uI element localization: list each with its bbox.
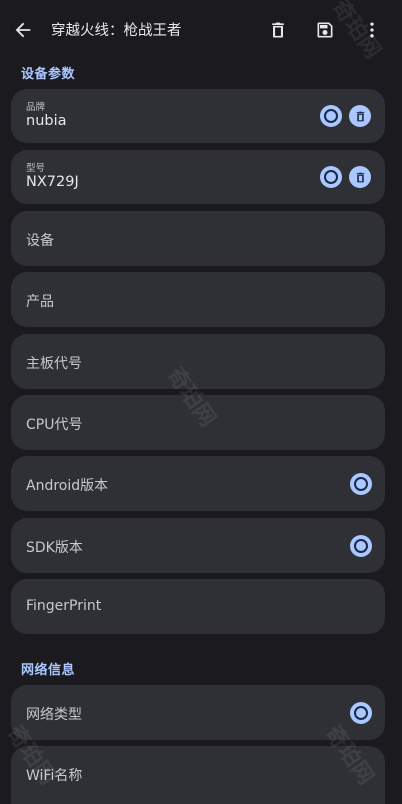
trash-icon [356,111,364,121]
android-version-radio[interactable] [350,473,372,495]
model-clear-button[interactable] [349,166,371,188]
brand-field[interactable]: 品牌 nubia [11,89,385,143]
device-label: 设备 [26,233,54,249]
android-version-label: Android版本 [26,478,109,494]
delete-button[interactable] [261,13,295,47]
sdk-version-field[interactable]: SDK版本 [11,518,385,573]
device-field[interactable]: 设备 [11,211,385,266]
arrow-left-icon [15,22,31,38]
model-value: NX729J [26,174,79,190]
board-label: 主板代号 [26,356,82,372]
sdk-version-label: SDK版本 [26,540,83,556]
fingerprint-field[interactable]: FingerPrint [11,579,385,634]
section-header-network: 网络信息 [21,663,76,678]
page-title: 穿越火线：枪战王者 [51,23,182,39]
sdk-version-radio[interactable] [350,535,372,557]
brand-radio[interactable] [320,105,342,127]
android-version-field[interactable]: Android版本 [11,456,385,511]
brand-clear-button[interactable] [349,105,371,127]
save-icon [317,22,333,38]
model-label: 型号 [26,163,46,174]
brand-value: nubia [26,113,67,129]
fingerprint-label: FingerPrint [26,598,102,614]
wifi-name-field[interactable]: WiFi名称 [11,746,385,804]
network-type-radio[interactable] [350,702,372,724]
product-label: 产品 [26,294,54,310]
product-field[interactable]: 产品 [11,272,385,327]
model-radio[interactable] [320,166,342,188]
section-header-device: 设备参数 [21,67,76,82]
model-field[interactable]: 型号 NX729J [11,150,385,204]
back-button[interactable] [6,13,40,47]
trash-icon [356,172,364,182]
brand-label: 品牌 [26,102,46,113]
trash-icon [272,22,284,38]
cpu-label: CPU代号 [26,417,83,433]
network-type-label: 网络类型 [26,707,82,723]
